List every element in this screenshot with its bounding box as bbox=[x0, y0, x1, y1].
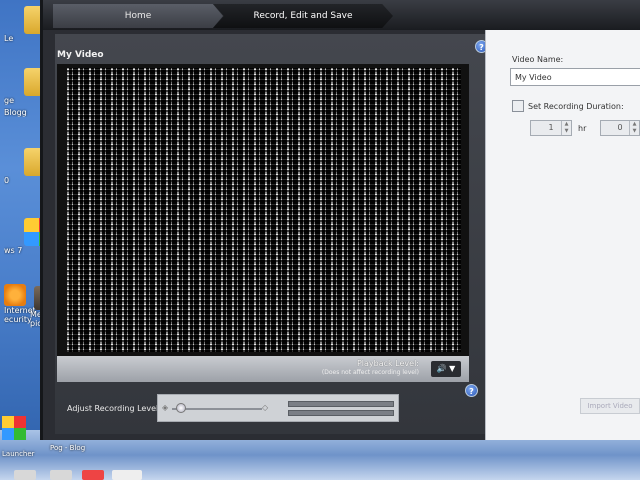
level-meter-right bbox=[288, 410, 394, 416]
minutes-stepper[interactable]: 0 ▲ ▼ bbox=[600, 120, 640, 136]
playback-level-note: (Does not affect recording level) bbox=[321, 369, 419, 376]
level-meter-left bbox=[288, 401, 394, 407]
video-name-label: Video Name: bbox=[512, 55, 564, 64]
tab-home-label: Home bbox=[124, 11, 152, 21]
video-preview-frame bbox=[57, 64, 469, 356]
volume-low-icon: ◈ bbox=[162, 403, 169, 412]
hours-value: 1 bbox=[548, 123, 554, 132]
chevron-down-icon: ▼ bbox=[449, 364, 456, 373]
recording-level-slider-thumb[interactable] bbox=[176, 403, 186, 413]
adjust-recording-level-label: Adjust Recording Level: bbox=[67, 404, 161, 413]
stepper-arrows-icon[interactable]: ▲ ▼ bbox=[629, 121, 639, 135]
tab-record-edit-save[interactable]: Record, Edit and Save bbox=[213, 4, 393, 28]
video-title: My Video bbox=[57, 50, 104, 60]
security-icon bbox=[4, 284, 26, 306]
video-static-preview bbox=[67, 68, 461, 352]
video-name-input[interactable]: My Video bbox=[510, 68, 640, 86]
tab-record-label: Record, Edit and Save bbox=[253, 11, 353, 21]
video-panel: My Video ? Playback Level: (Does not aff… bbox=[55, 34, 491, 434]
taskbar-button[interactable] bbox=[50, 470, 72, 480]
taskbar-label: Launcher bbox=[2, 450, 35, 458]
tab-home[interactable]: Home bbox=[53, 4, 223, 28]
launcher-icon[interactable] bbox=[2, 416, 26, 440]
top-nav-bar: Home Record, Edit and Save bbox=[43, 0, 640, 30]
playback-volume-button[interactable]: 🔊 ▼ bbox=[431, 361, 461, 377]
recording-level-row: Adjust Recording Level: ◈ ◇ bbox=[57, 392, 469, 422]
taskbar-button[interactable] bbox=[14, 470, 36, 480]
minutes-value: 0 bbox=[617, 123, 623, 132]
hours-stepper[interactable]: 1 ▲ ▼ bbox=[530, 120, 572, 136]
playback-bar: Playback Level: (Does not affect recordi… bbox=[57, 356, 469, 382]
video-settings-panel: Video Name: My Video Set Recording Durat… bbox=[485, 30, 640, 440]
playback-level-label: Playback Level: bbox=[356, 359, 419, 368]
recording-level-control: ◈ ◇ bbox=[157, 394, 399, 422]
speaker-icon: 🔊 bbox=[436, 364, 447, 373]
volume-high-icon: ◇ bbox=[262, 403, 269, 412]
set-duration-label: Set Recording Duration: bbox=[528, 102, 624, 111]
hours-unit-label: hr bbox=[578, 124, 587, 133]
stepper-arrows-icon[interactable]: ▲ ▼ bbox=[561, 121, 571, 135]
set-duration-checkbox[interactable] bbox=[512, 100, 524, 112]
import-video-button[interactable]: Import Video bbox=[580, 398, 640, 414]
app-window: Home Record, Edit and Save My Video ? Pl… bbox=[40, 0, 640, 440]
taskbar-button[interactable] bbox=[82, 470, 104, 480]
taskbar-button[interactable] bbox=[112, 470, 142, 480]
taskbar-label: Pog - Blog bbox=[50, 444, 86, 452]
